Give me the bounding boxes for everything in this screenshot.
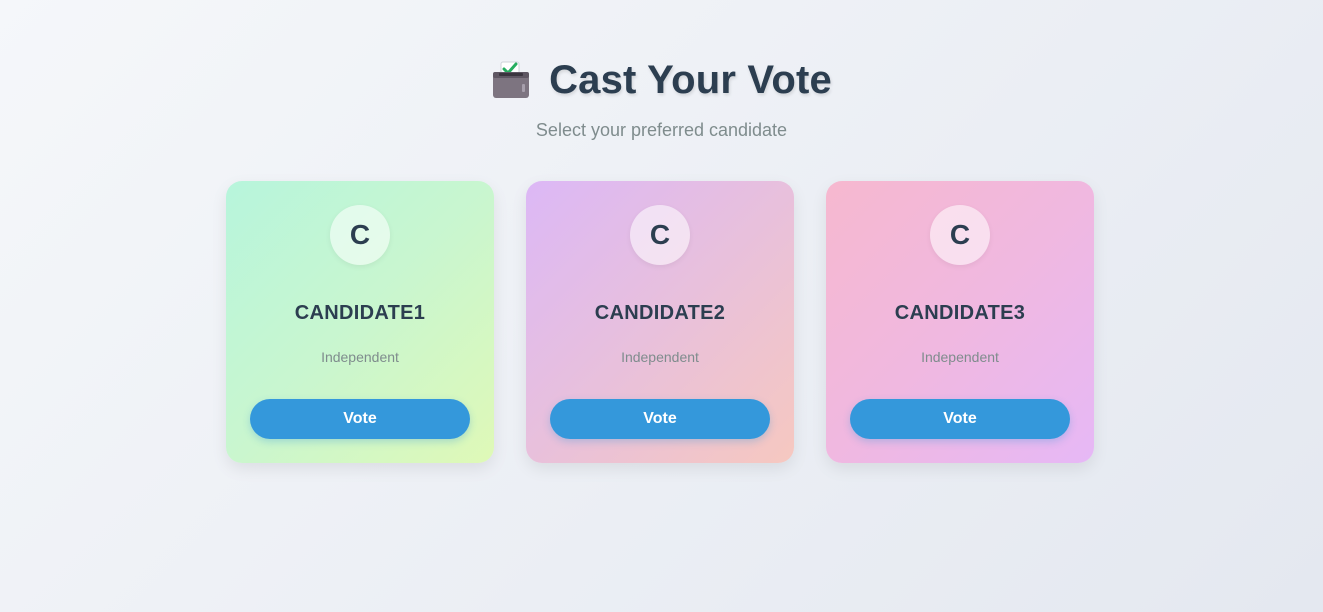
vote-button[interactable]: Vote: [850, 399, 1070, 439]
page-subtitle: Select your preferred candidate: [535, 120, 788, 140]
title-row: Cast Your Vote: [491, 56, 832, 104]
candidate-party: Independent: [921, 349, 999, 365]
vote-button[interactable]: Vote: [550, 399, 770, 439]
candidate-avatar: C: [930, 205, 990, 265]
candidate-card: C CANDIDATE1 Independent Vote: [226, 181, 494, 463]
page-title: Cast Your Vote: [549, 57, 832, 102]
ballot-box-icon: [491, 60, 531, 100]
candidate-party: Independent: [621, 349, 699, 365]
candidate-avatar: C: [330, 205, 390, 265]
candidate-name: CANDIDATE3: [894, 302, 1026, 324]
candidate-list: C CANDIDATE1 Independent Vote C CANDIDAT…: [226, 181, 1094, 463]
vote-button[interactable]: Vote: [250, 399, 470, 439]
candidate-name: CANDIDATE1: [294, 302, 426, 324]
candidate-party: Independent: [321, 349, 399, 365]
candidate-card: C CANDIDATE2 Independent Vote: [526, 181, 794, 463]
page-header: Cast Your Vote Select your preferred can…: [0, 56, 1323, 141]
candidate-name: CANDIDATE2: [594, 302, 726, 324]
candidate-card: C CANDIDATE3 Independent Vote: [826, 181, 1094, 463]
candidate-avatar: C: [630, 205, 690, 265]
